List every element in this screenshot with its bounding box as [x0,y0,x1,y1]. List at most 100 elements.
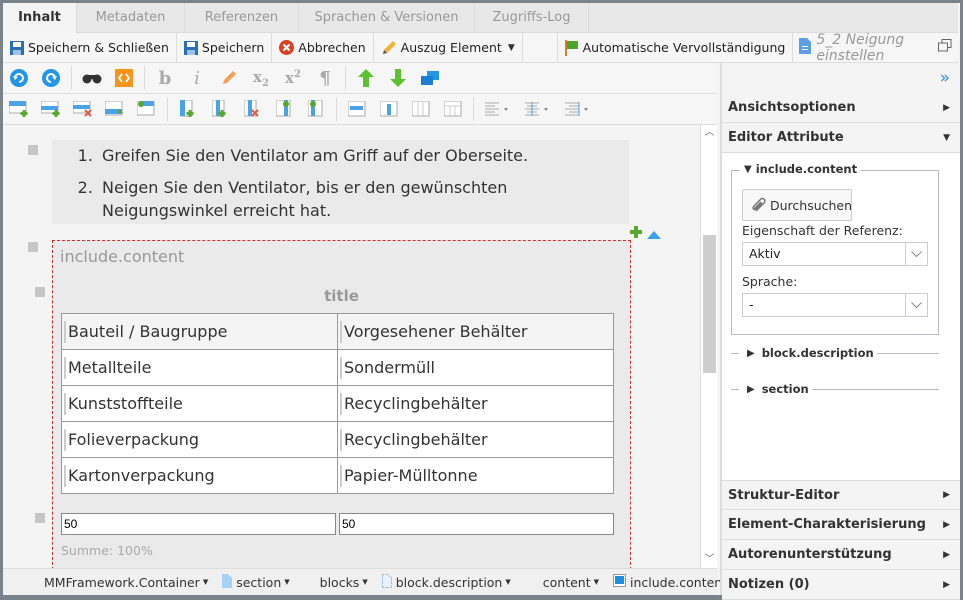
find-button[interactable] [79,66,105,90]
bold-button[interactable]: b [152,66,178,90]
merge-cells-button[interactable] [344,97,370,121]
section-view-options[interactable]: Ansichtsoptionen ▶ [722,93,960,123]
tab-metadaten[interactable]: Metadaten [77,3,185,33]
redo-button[interactable] [38,66,64,90]
row-down-button[interactable] [134,97,160,121]
table-cell[interactable]: Papier-Mülltonne [337,457,614,494]
save-close-button[interactable]: Speichern & Schließen [3,32,177,63]
autocomplete-label: Automatische Vervollständigung [582,40,786,55]
subsection-section[interactable]: ▶ section [731,382,939,396]
scrollbar-thumb[interactable] [703,235,716,373]
source-view-button[interactable] [111,66,137,90]
table-cell[interactable]: Kartonverpackung [61,457,338,494]
browse-button[interactable]: Durchsuchen [742,189,852,221]
restore-window-icon[interactable] [938,39,952,56]
section-notes[interactable]: Notizen (0) ▶ [722,570,960,600]
table-col-add-icon [212,100,226,117]
include-icon [613,574,626,590]
align-right-button[interactable] [561,97,595,121]
delete-row-button[interactable] [70,97,96,121]
delete-col-button[interactable] [239,97,265,121]
table-header-cell[interactable]: Vorgesehener Behälter [337,313,614,350]
insert-row-below-button[interactable] [38,97,64,121]
block-handle[interactable] [35,513,45,523]
table-cell[interactable]: Kunststoffteile [61,385,338,422]
section-editor-attributes[interactable]: Editor Attribute ▼ [722,123,960,153]
move-down-button[interactable] [385,66,411,90]
app-window: Inhalt Metadaten Referenzen Sprachen & V… [3,3,960,600]
table-cell[interactable]: Metallteile [61,349,338,386]
section-element-characterization[interactable]: Element-Charakterisierung ▶ [722,510,960,540]
autocomplete-button[interactable]: Automatische Vervollständigung [558,32,794,63]
breadcrumb-item-block-description[interactable]: block.description ▼ [381,573,511,591]
table-title[interactable]: title [53,287,630,305]
align-center-button[interactable] [521,97,555,121]
scroll-down-icon[interactable]: ﹀ [701,552,718,568]
block-handle[interactable] [35,287,45,297]
block-handle[interactable] [28,145,38,155]
insert-col-left-button[interactable] [175,97,201,121]
list-item[interactable]: Neigen Sie den Ventilator, bis er den ge… [98,176,629,222]
insert-row-above-button[interactable] [6,97,32,121]
breadcrumb-item-include-content[interactable]: include.content▼ [613,574,736,590]
cell-marker [64,321,66,343]
insert-col-right-button[interactable] [207,97,233,121]
subsection-block-description[interactable]: ▶ block.description [731,346,939,360]
collapse-panel-icon[interactable]: » [940,68,950,88]
col-left-button[interactable] [271,97,297,121]
ref-property-select[interactable]: Aktiv [742,242,928,266]
extract-element-button[interactable]: Auszug Element ▼ [374,32,523,63]
breadcrumb-item-content[interactable]: content ▼ [543,575,599,590]
include-content-block[interactable]: include.content title Bauteil / Baugrupp… [52,240,631,568]
breadcrumb-item-section[interactable]: section ▼ [222,573,290,591]
split-horizontal-button[interactable] [440,97,466,121]
merge-vertical-button[interactable] [376,97,402,121]
ordered-list[interactable]: Greifen Sie den Ventilator am Griff auf … [52,140,629,224]
breadcrumb-item-container[interactable]: MMFramework.Container ▼ [44,575,208,590]
section-author-support[interactable]: Autorenunterstützung ▶ [722,540,960,570]
row-up-button[interactable] [102,97,128,121]
table-cell[interactable]: Folieverpackung [61,421,338,458]
table-header-cell[interactable]: Bauteil / Baugruppe [61,313,338,350]
tab-zugriffs-log[interactable]: Zugriffs-Log [475,3,589,33]
align-left-button[interactable] [481,97,515,121]
tab-referenzen[interactable]: Referenzen [185,3,299,33]
list-item[interactable]: Greifen Sie den Ventilator am Griff auf … [98,144,629,167]
table-row-add-icon [9,101,28,117]
triangle-up-icon[interactable] [647,228,661,243]
save-button[interactable]: Speichern [177,32,273,63]
superscript-button[interactable]: x2 [280,66,306,90]
cancel-button[interactable]: Abbrechen [272,32,374,63]
table-cell[interactable]: Recyclingbehälter [337,385,614,422]
table-cell[interactable]: Recyclingbehälter [337,421,614,458]
section-structure-editor[interactable]: Struktur-Editor ▶ [722,480,960,510]
add-element-icon[interactable] [630,226,642,242]
col-right-button[interactable] [303,97,329,121]
block-handle[interactable] [28,242,38,252]
column-width-input-2[interactable] [339,513,614,535]
cell-marker [340,357,342,379]
breadcrumb-item-blocks[interactable]: blocks ▼ [320,575,368,590]
save-close-label: Speichern & Schließen [28,40,169,55]
table-merge-icon [348,101,366,117]
undo-button[interactable] [6,66,32,90]
split-vertical-button[interactable] [408,97,434,121]
tab-inhalt[interactable]: Inhalt [3,3,77,33]
vertical-scrollbar[interactable]: ︿ ﹀ [700,125,717,568]
italic-button[interactable]: i [184,66,210,90]
tab-sprachen-versionen[interactable]: Sprachen & Versionen [299,3,475,33]
link-icon [751,196,767,215]
duplicate-button[interactable] [417,66,443,90]
include-group-toggle[interactable]: ▼ include.content [740,162,862,176]
highlight-button[interactable] [216,66,242,90]
move-up-button[interactable] [353,66,379,90]
editor-attributes-body: ▼ include.content Durchsuchen Eigenschaft… [722,153,960,490]
subscript-button[interactable]: x2 [248,66,274,90]
scroll-up-icon[interactable]: ︿ [701,125,718,141]
column-width-input-1[interactable] [61,513,336,535]
table-split-vertical-icon [412,101,430,117]
layers-icon [421,71,439,85]
paragraph-button[interactable]: ¶ [312,66,338,90]
language-select[interactable]: - [742,293,928,317]
table-cell[interactable]: Sondermüll [337,349,614,386]
